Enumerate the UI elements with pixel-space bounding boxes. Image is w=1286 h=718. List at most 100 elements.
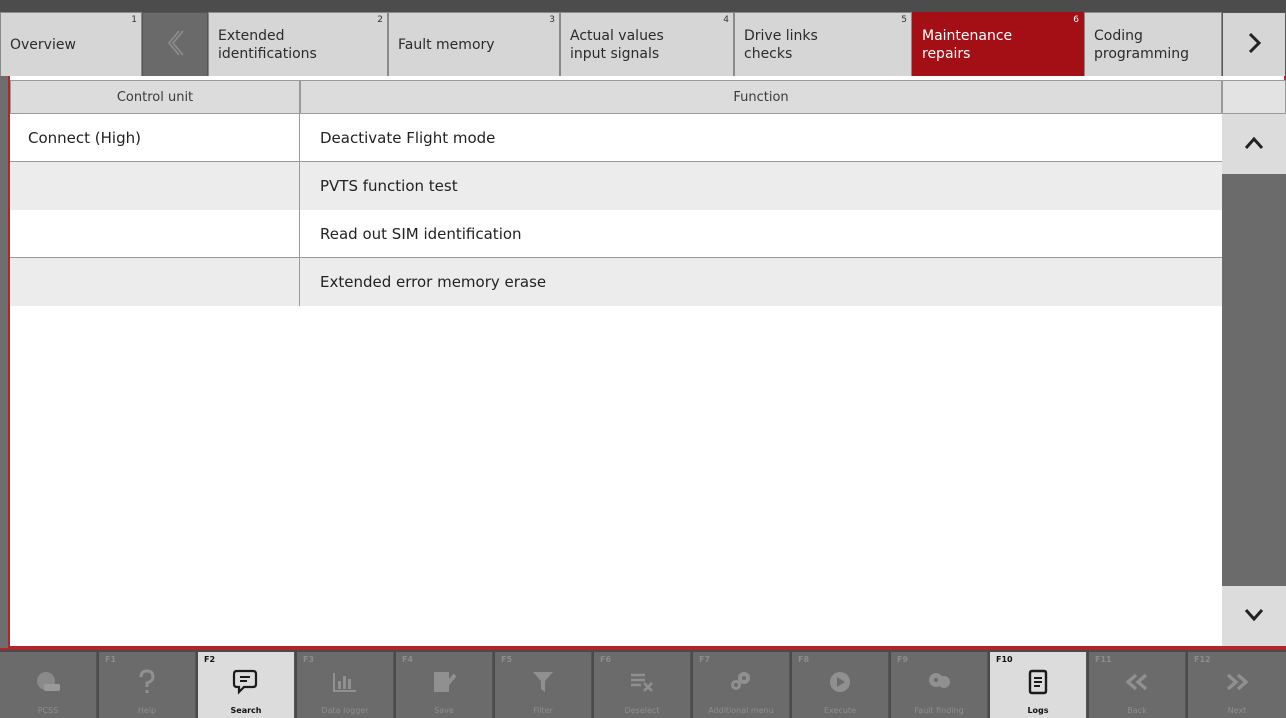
tab-number: 5: [901, 15, 907, 25]
help-icon: [99, 668, 195, 696]
function-button-label: Execute: [824, 706, 856, 715]
table-row[interactable]: Extended error memory erase: [10, 258, 1222, 306]
search-icon: [198, 668, 294, 696]
function-cell: Deactivate Flight mode: [320, 129, 496, 147]
function-panel: Control unit Function Connect (High) Dea…: [8, 76, 1286, 648]
control-unit-cell: [10, 210, 300, 258]
function-button-label: Save: [434, 706, 454, 715]
function-button-label: Back: [1127, 706, 1147, 715]
tab-label: Maintenance repairs: [922, 27, 1013, 62]
tab-number: 4: [723, 15, 729, 25]
tab-coding-programming[interactable]: Coding programming: [1084, 12, 1222, 76]
tab-number: 1: [131, 15, 137, 25]
tab-bar: Overview 1 Extended identifications 2 Fa…: [0, 0, 1286, 76]
function-key-label: F3: [303, 655, 315, 664]
logs-button[interactable]: F10 Logs: [990, 652, 1087, 718]
fault-finding-button[interactable]: F9 Fault finding: [891, 652, 988, 718]
execute-icon: [792, 668, 888, 696]
tab-maintenance-repairs[interactable]: Maintenance repairs 6: [912, 12, 1084, 76]
control-unit-cell: Connect (High): [10, 114, 300, 162]
execute-button[interactable]: F8 Execute: [792, 652, 889, 718]
function-button-label: Additional menu: [708, 706, 774, 715]
logs-icon: [990, 668, 1086, 696]
function-key-label: F8: [798, 655, 810, 664]
save-icon: [396, 668, 492, 696]
fault-finding-icon: [891, 668, 987, 696]
tab-number: 6: [1073, 15, 1079, 25]
back-icon: [1089, 668, 1185, 696]
search-button[interactable]: F2 Search: [198, 652, 295, 718]
additional-menu-button[interactable]: F7 Additional menu: [693, 652, 790, 718]
data-logger-icon: [297, 668, 393, 696]
tab-label: Fault memory: [398, 36, 495, 53]
tab-overview[interactable]: Overview 1: [0, 12, 142, 76]
function-key-label: F9: [897, 655, 909, 664]
tab-label: Extended identifications: [218, 27, 317, 62]
table-row[interactable]: PVTS function test: [10, 162, 1222, 210]
deselect-button[interactable]: F6 Deselect: [594, 652, 691, 718]
function-button-label: PCSS: [37, 706, 59, 715]
function-key-label: F10: [996, 655, 1013, 664]
control-unit-cell: [10, 162, 300, 210]
back-button[interactable]: F11 Back: [1089, 652, 1186, 718]
scroll-down-button[interactable]: [1222, 586, 1286, 646]
table-row[interactable]: Read out SIM identification: [10, 210, 1222, 258]
vertical-scrollbar[interactable]: [1222, 114, 1286, 646]
scroll-up-button[interactable]: [1222, 114, 1286, 174]
function-button-label: Logs: [1027, 706, 1049, 715]
function-key-label: F4: [402, 655, 414, 664]
column-header-function[interactable]: Function: [300, 80, 1222, 114]
next-icon: [1188, 668, 1286, 696]
column-header-spacer: [1222, 80, 1286, 114]
scroll-tabs-left-button[interactable]: [142, 12, 208, 76]
next-button[interactable]: F12 Next: [1188, 652, 1286, 718]
tab-fault-memory[interactable]: Fault memory 3: [388, 12, 560, 76]
additional-menu-icon: [693, 668, 789, 696]
function-key-toolbar: PCSS F1 Help F2 Search F3 Data logger F4…: [0, 648, 1286, 718]
function-cell: PVTS function test: [300, 162, 1222, 210]
scroll-tabs-right-button[interactable]: [1222, 12, 1286, 76]
function-button-label: Deselect: [624, 706, 660, 715]
table-row[interactable]: Connect (High) Deactivate Flight mode: [10, 114, 1222, 162]
chevron-down-icon: [1244, 607, 1264, 626]
pcss-button[interactable]: PCSS: [0, 652, 97, 718]
save-button[interactable]: F4 Save: [396, 652, 493, 718]
function-key-label: F11: [1095, 655, 1112, 664]
function-button-label: Next: [1227, 706, 1247, 715]
function-button-label: Fault finding: [914, 706, 964, 715]
filter-icon: [495, 668, 591, 696]
function-table: Connect (High) Deactivate Flight mode PV…: [10, 114, 1222, 306]
function-button-label: Help: [137, 706, 157, 715]
filter-button[interactable]: F5 Filter: [495, 652, 592, 718]
tab-label: Coding programming: [1094, 27, 1190, 62]
function-key-label: F2: [204, 655, 216, 664]
help-button[interactable]: F1 Help: [99, 652, 196, 718]
function-key-label: F12: [1194, 655, 1211, 664]
table-header: Control unit Function: [10, 80, 1286, 114]
function-cell: Read out SIM identification: [320, 225, 522, 243]
deselect-icon: [594, 668, 690, 696]
tab-drive-links-checks[interactable]: Drive links checks 5: [734, 12, 912, 76]
chevron-up-icon: [1244, 135, 1264, 154]
tab-extended-identifications[interactable]: Extended identifications 2: [208, 12, 388, 76]
function-button-label: Filter: [533, 706, 553, 715]
function-key-label: F6: [600, 655, 612, 664]
tab-label: Drive links checks: [744, 27, 818, 62]
control-unit-cell: [10, 258, 300, 306]
function-button-label: Data logger: [321, 706, 369, 715]
chevron-left-icon: [143, 28, 207, 62]
column-header-control-unit[interactable]: Control unit: [10, 80, 300, 114]
tab-actual-values[interactable]: Actual values input signals 4: [560, 12, 734, 76]
tab-label: Actual values input signals: [570, 27, 664, 62]
data-logger-button[interactable]: F3 Data logger: [297, 652, 394, 718]
car-icon: [0, 668, 96, 696]
function-cell: Extended error memory erase: [300, 258, 1222, 306]
tab-number: 2: [377, 15, 383, 25]
function-key-label: F1: [105, 655, 117, 664]
function-key-label: F7: [699, 655, 711, 664]
function-button-label: Search: [230, 706, 262, 715]
function-key-label: F5: [501, 655, 513, 664]
tab-number: 3: [549, 15, 555, 25]
chevron-right-icon: [1223, 31, 1285, 59]
tab-label: Overview: [10, 36, 76, 53]
